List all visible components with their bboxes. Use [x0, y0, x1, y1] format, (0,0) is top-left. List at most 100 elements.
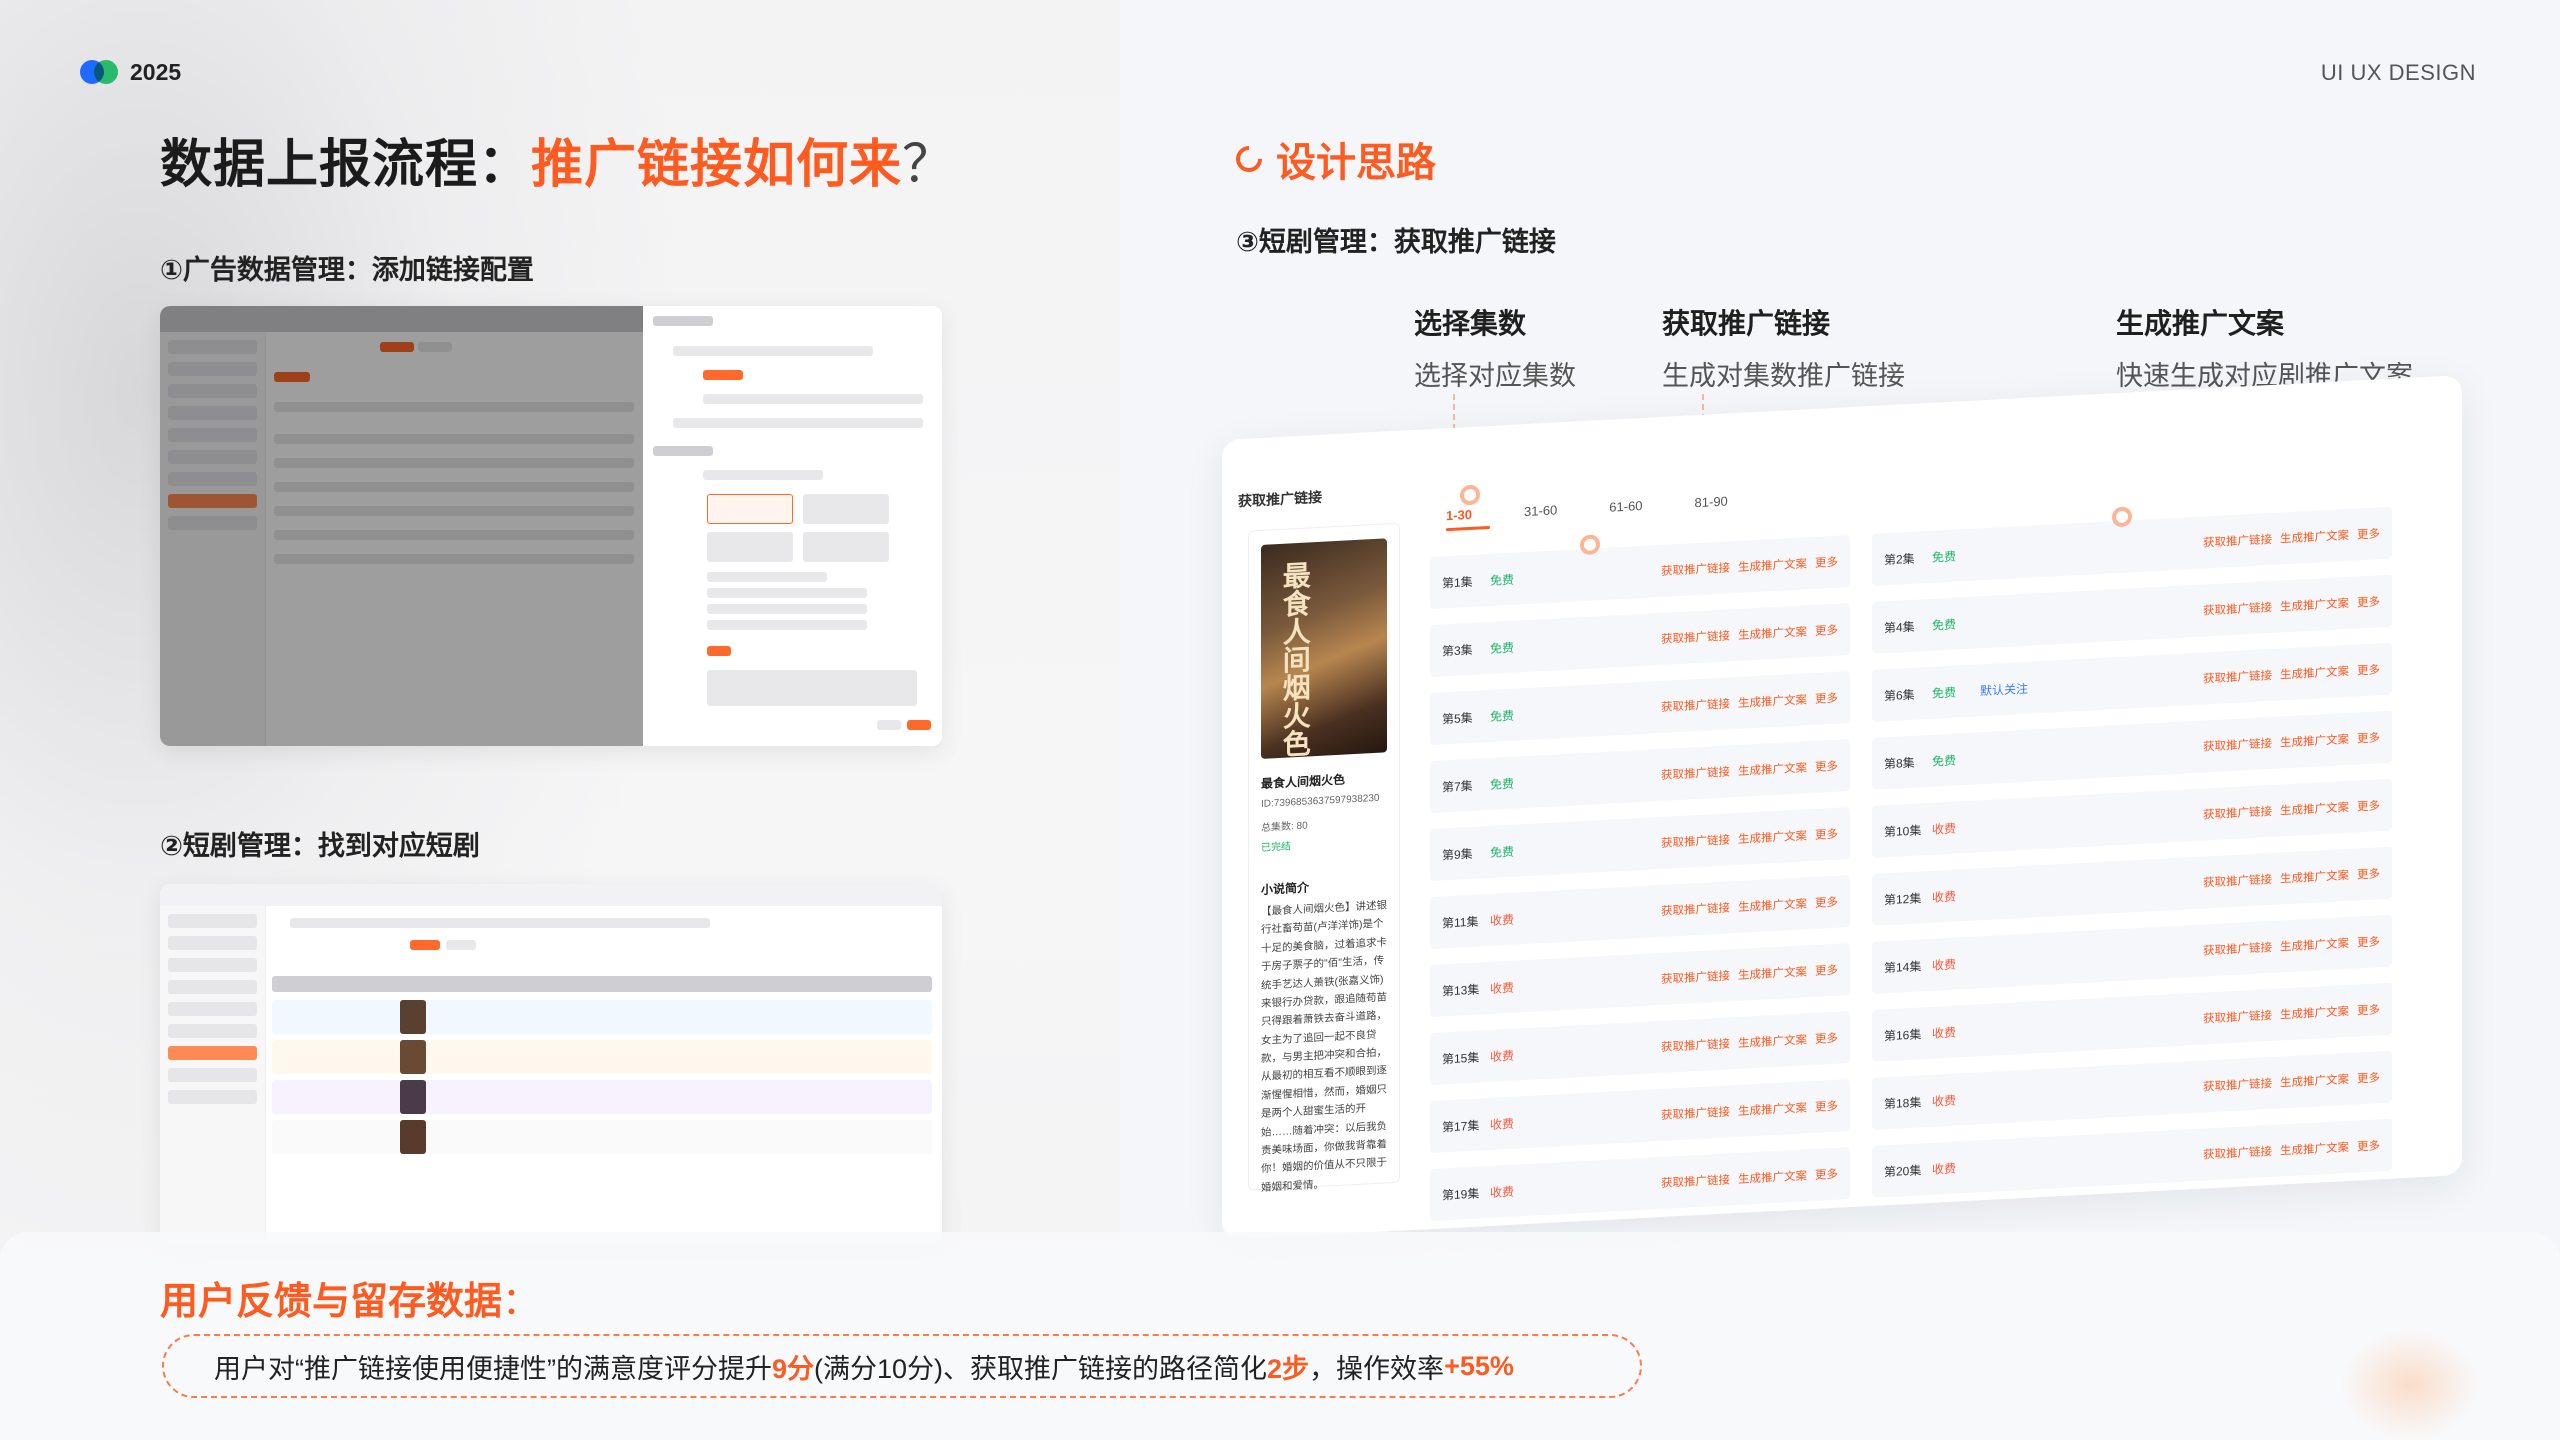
get-promo-link-button[interactable]: 获取推广链接 — [1661, 1171, 1730, 1191]
get-promo-link-button[interactable]: 获取推广链接 — [1661, 967, 1730, 987]
more-button[interactable]: 更多 — [2357, 1137, 2380, 1154]
get-promo-link-button[interactable]: 获取推广链接 — [2203, 667, 2272, 687]
tab-1-30[interactable]: 1-30 — [1446, 484, 1480, 531]
get-promo-link-button[interactable]: 获取推广链接 — [2203, 803, 2272, 823]
get-promo-link-button[interactable]: 获取推广链接 — [2203, 531, 2272, 551]
generate-copy-button[interactable]: 生成推广文案 — [2280, 1003, 2349, 1023]
more-button[interactable]: 更多 — [2357, 865, 2380, 882]
more-button[interactable]: 更多 — [1815, 894, 1838, 911]
episode-label: 第4集 — [1884, 619, 1915, 635]
more-button[interactable]: 更多 — [1815, 826, 1838, 843]
annotation-desc: 选择对应集数 — [1414, 361, 1576, 391]
more-button[interactable]: 更多 — [2357, 661, 2380, 678]
generate-copy-button[interactable]: 生成推广文案 — [2280, 527, 2349, 547]
more-button[interactable]: 更多 — [2357, 593, 2380, 610]
step2-label: ②短剧管理：找到对应短剧 — [160, 831, 480, 861]
tab-81-90[interactable]: 81-90 — [1695, 493, 1728, 518]
episode-row: 第11集 收费 获取推广链接 生成推广文案 更多 — [1430, 875, 1850, 950]
more-button[interactable]: 更多 — [2357, 1069, 2380, 1086]
episode-label: 第12集 — [1884, 890, 1922, 907]
more-button[interactable]: 更多 — [1815, 1166, 1838, 1183]
generate-copy-button[interactable]: 生成推广文案 — [1738, 623, 1807, 643]
more-button[interactable]: 更多 — [1815, 1030, 1838, 1047]
annotation-get-link: 获取推广链接 生成对集数推广链接 — [1662, 302, 1905, 393]
episode-label: 第19集 — [1442, 1186, 1480, 1202]
episode-label: 第1集 — [1442, 574, 1473, 590]
more-button[interactable]: 更多 — [2357, 797, 2380, 814]
get-promo-link-button[interactable]: 获取推广链接 — [1661, 831, 1730, 851]
get-promo-link-button[interactable]: 获取推广链接 — [2203, 599, 2272, 619]
more-button[interactable]: 更多 — [2357, 525, 2380, 542]
get-promo-link-button[interactable]: 获取推广链接 — [2203, 1007, 2272, 1027]
generate-copy-button[interactable]: 生成推广文案 — [2280, 867, 2349, 887]
generate-copy-button[interactable]: 生成推广文案 — [1738, 1031, 1807, 1051]
get-promo-link-button[interactable]: 获取推广链接 — [1661, 695, 1730, 715]
more-button[interactable]: 更多 — [1815, 554, 1838, 571]
generate-copy-button[interactable]: 生成推广文案 — [2280, 799, 2349, 819]
generate-copy-button[interactable]: 生成推广文案 — [1738, 1099, 1807, 1119]
drama-name: 最食人间烟火色 — [1261, 772, 1346, 791]
episode-label: 第9集 — [1442, 846, 1473, 862]
episode-label: 第2集 — [1884, 551, 1915, 567]
drama-info-panel: 最食人间烟火色 最食人间烟火色 ID:7396853637597938230 总… — [1248, 522, 1400, 1194]
more-button[interactable]: 更多 — [1815, 622, 1838, 639]
feedback-text-3: ，操作效率 — [1309, 1353, 1445, 1384]
episode-range-tabs: 1-30 31-60 61-60 81-90 — [1446, 484, 1728, 531]
get-promo-link-button[interactable]: 获取推广链接 — [1661, 1035, 1730, 1055]
episode-row: 第8集 免费 获取推广链接 生成推广文案 更多 — [1872, 710, 2392, 790]
tab-label: 61-60 — [1609, 497, 1643, 515]
get-promo-link-button[interactable]: 获取推广链接 — [1661, 899, 1730, 919]
get-promo-link-button[interactable]: 获取推广链接 — [1661, 559, 1730, 579]
generate-copy-button[interactable]: 生成推广文案 — [1738, 1167, 1807, 1187]
generate-copy-button[interactable]: 生成推广文案 — [1738, 691, 1807, 711]
tab-31-60[interactable]: 31-60 — [1524, 502, 1557, 527]
more-button[interactable]: 更多 — [1815, 962, 1838, 979]
more-button[interactable]: 更多 — [2357, 729, 2380, 746]
episode-label: 第6集 — [1884, 687, 1915, 703]
generate-copy-button[interactable]: 生成推广文案 — [1738, 895, 1807, 915]
get-promo-link-button[interactable]: 获取推广链接 — [2203, 1075, 2272, 1095]
episode-actions: 获取推广链接 生成推广文案 更多 — [2203, 865, 2380, 890]
episode-row: 第9集 免费 获取推广链接 生成推广文案 更多 — [1430, 807, 1850, 882]
generate-copy-button[interactable]: 生成推广文案 — [2280, 731, 2349, 751]
generate-copy-button[interactable]: 生成推广文案 — [2280, 595, 2349, 615]
get-promo-link-button[interactable]: 获取推广链接 — [2203, 939, 2272, 959]
episode-status: 收费 — [1932, 1161, 1957, 1177]
get-promo-link-button[interactable]: 获取推广链接 — [2203, 735, 2272, 755]
drama-id: ID:7396853637597938230 — [1261, 792, 1380, 810]
episode-actions: 获取推广链接 生成推广文案 更多 — [2203, 933, 2380, 958]
episode-row: 第17集 收费 获取推广链接 生成推广文案 更多 — [1430, 1079, 1850, 1154]
generate-copy-button[interactable]: 生成推广文案 — [2280, 1071, 2349, 1091]
get-promo-link-button[interactable]: 获取推广链接 — [2203, 1143, 2272, 1163]
episode-label: 第18集 — [1884, 1094, 1922, 1111]
more-button[interactable]: 更多 — [1815, 1098, 1838, 1115]
more-button[interactable]: 更多 — [1815, 690, 1838, 707]
episode-status: 收费 — [1932, 821, 1957, 837]
episode-status: 收费 — [1932, 1093, 1957, 1109]
drama-episode-count: 总集数: 80 — [1261, 820, 1308, 834]
marker-ring-icon — [1460, 484, 1480, 506]
episode-row: 第7集 免费 获取推广链接 生成推广文案 更多 — [1430, 739, 1850, 814]
get-promo-link-button[interactable]: 获取推广链接 — [1661, 763, 1730, 783]
generate-copy-button[interactable]: 生成推广文案 — [2280, 1139, 2349, 1159]
episode-status: 免费 — [1932, 549, 1957, 565]
generate-copy-button[interactable]: 生成推广文案 — [1738, 963, 1807, 983]
episode-row: 第16集 收费 获取推广链接 生成推广文案 更多 — [1872, 982, 2392, 1062]
generate-copy-button[interactable]: 生成推广文案 — [2280, 935, 2349, 955]
generate-copy-button[interactable]: 生成推广文案 — [1738, 555, 1807, 575]
episode-label: 第5集 — [1442, 710, 1473, 726]
episode-status: 免费 — [1490, 776, 1515, 792]
episode-actions: 获取推广链接 生成推广文案 更多 — [2203, 593, 2380, 618]
tab-61-60[interactable]: 61-60 — [1609, 498, 1642, 523]
get-promo-link-button[interactable]: 获取推广链接 — [1661, 1103, 1730, 1123]
generate-copy-button[interactable]: 生成推广文案 — [2280, 663, 2349, 683]
more-button[interactable]: 更多 — [2357, 933, 2380, 950]
more-button[interactable]: 更多 — [1815, 758, 1838, 775]
brand-logo-icon — [80, 58, 120, 86]
get-promo-link-button[interactable]: 获取推广链接 — [2203, 871, 2272, 891]
generate-copy-button[interactable]: 生成推广文案 — [1738, 759, 1807, 779]
feedback-title-text: 用户反馈与留存数据 — [160, 1281, 503, 1323]
more-button[interactable]: 更多 — [2357, 1001, 2380, 1018]
get-promo-link-button[interactable]: 获取推广链接 — [1661, 627, 1730, 647]
generate-copy-button[interactable]: 生成推广文案 — [1738, 827, 1807, 847]
